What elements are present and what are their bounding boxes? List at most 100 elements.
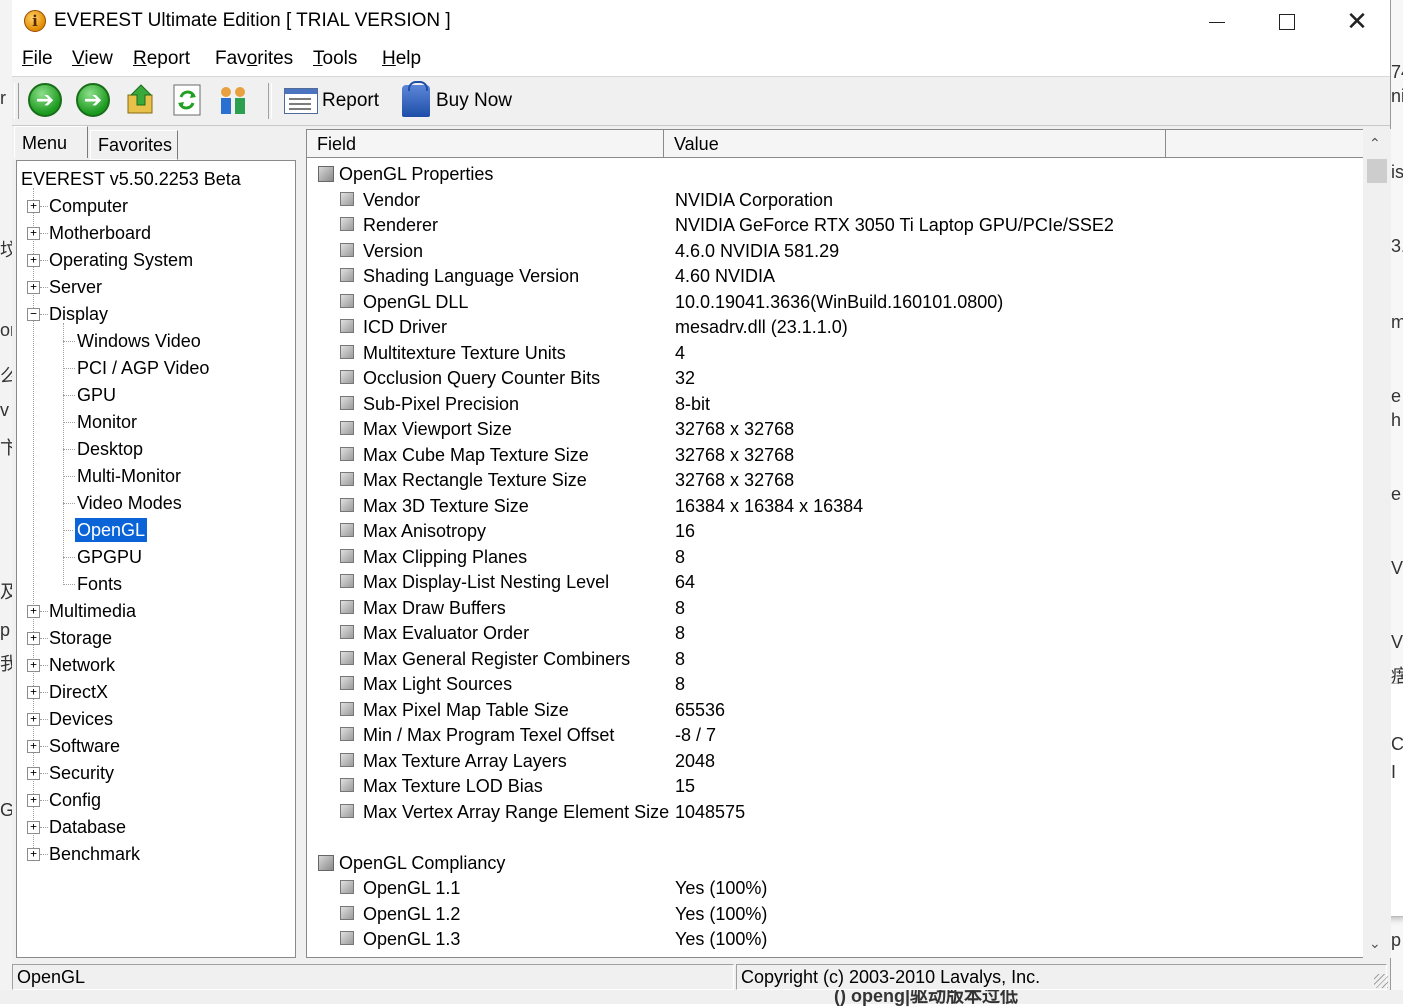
maximize-button[interactable] [1252,0,1322,44]
refresh-button[interactable] [170,83,206,119]
menu-item[interactable]: View [72,48,113,70]
table-row[interactable]: Sub-Pixel Precision 8-bit [307,392,1374,417]
expand-icon[interactable]: + [27,659,40,672]
toolbar-grip[interactable] [14,83,19,119]
column-header-field[interactable]: Field [307,130,664,158]
table-row[interactable]: Max Anisotropy 16 [307,519,1374,544]
tree-item[interactable]: Computer [49,194,128,218]
table-row[interactable]: OpenGL 1.3 Yes (100%) [307,927,1374,952]
tree-item[interactable]: Multimedia [49,599,136,623]
menu-item[interactable]: File [22,48,53,70]
tree-item[interactable]: Network [49,653,115,677]
expand-icon[interactable]: + [27,740,40,753]
table-row[interactable]: Max Vertex Array Range Element Size 10485… [307,800,1374,825]
scroll-down-icon[interactable]: ⌄ [1369,935,1381,952]
menu-item[interactable]: Help [382,48,421,70]
tree-item[interactable]: PCI / AGP Video [77,356,209,380]
users-button[interactable] [216,83,252,119]
expand-icon[interactable]: + [27,848,40,861]
forward-button[interactable]: ➔ [76,83,112,119]
expand-icon[interactable]: + [27,632,40,645]
tree-item[interactable]: GPGPU [77,545,142,569]
table-row[interactable]: Occlusion Query Counter Bits 32 [307,366,1374,391]
table-row[interactable]: Multitexture Texture Units 4 [307,341,1374,366]
tree-item[interactable]: Database [49,815,126,839]
table-row[interactable]: Max Clipping Planes 8 [307,545,1374,570]
table-row[interactable]: Max Texture LOD Bias 15 [307,774,1374,799]
tree-item[interactable]: Config [49,788,101,812]
tree-item-selected[interactable]: OpenGL [73,517,149,543]
tree-item[interactable]: Multi-Monitor [77,464,181,488]
table-row[interactable]: Max Rectangle Texture Size 32768 x 32768 [307,468,1374,493]
table-row[interactable]: Max 3D Texture Size 16384 x 16384 x 16384 [307,494,1374,519]
table-row[interactable]: OpenGL 1.1 Yes (100%) [307,876,1374,901]
tree-item[interactable]: Windows Video [77,329,201,353]
table-row[interactable]: Version 4.6.0 NVIDIA 581.29 [307,239,1374,264]
property-value: 65536 [675,699,726,720]
table-row[interactable]: Shading Language Version 4.60 NVIDIA [307,264,1374,289]
table-row[interactable]: Max Evaluator Order 8 [307,621,1374,646]
tab-favorites[interactable]: Favorites [90,130,178,160]
table-row[interactable]: Vendor NVIDIA Corporation [307,188,1374,213]
tree-item[interactable]: Benchmark [49,842,140,866]
table-row[interactable]: OpenGL DLL 10.0.19041.3636(WinBuild.16010… [307,290,1374,315]
table-row[interactable]: ICD Driver mesadrv.dll (23.1.1.0) [307,315,1374,340]
tree-item[interactable]: Desktop [77,437,143,461]
scroll-up-icon[interactable]: ⌃ [1369,135,1381,152]
expand-icon[interactable]: + [27,794,40,807]
close-button[interactable]: ✕ [1322,0,1392,44]
minimize-button[interactable] [1182,0,1252,44]
menu-item[interactable]: Report [133,48,190,70]
expand-icon[interactable]: + [27,281,40,294]
menu-item[interactable]: Favorites [215,48,293,70]
table-row[interactable]: Max General Register Combiners 8 [307,647,1374,672]
tree-item[interactable]: Motherboard [49,221,151,245]
tree-item[interactable]: Video Modes [77,491,182,515]
tree-item[interactable]: Fonts [77,572,122,596]
table-row[interactable]: Max Draw Buffers 8 [307,596,1374,621]
table-row[interactable]: Max Pixel Map Table Size 65536 [307,698,1374,723]
tree-item[interactable]: Display [49,302,108,326]
menu-accelerator: F [22,48,34,69]
tree-item[interactable]: Monitor [77,410,137,434]
table-row[interactable]: Max Light Sources 8 [307,672,1374,697]
report-button[interactable]: Report [284,85,379,117]
resize-grip-icon[interactable] [1374,974,1388,988]
expand-icon[interactable]: + [27,227,40,240]
property-field: Version [363,240,424,261]
shopping-bag-icon [402,81,430,117]
table-row[interactable]: Max Display-List Nesting Level 64 [307,570,1374,595]
column-header-value[interactable]: Value [664,130,1166,158]
menu-item[interactable]: Tools [313,48,357,70]
table-row[interactable]: OpenGL 1.2 Yes (100%) [307,902,1374,927]
expand-icon[interactable]: + [27,254,40,267]
tree-root[interactable]: EVEREST v5.50.2253 Beta [21,167,241,191]
expand-icon[interactable]: + [27,200,40,213]
tree-item[interactable]: Software [49,734,120,758]
expand-icon[interactable]: + [27,605,40,618]
tree-item[interactable]: Storage [49,626,112,650]
tree-item[interactable]: GPU [77,383,116,407]
property-value: Yes (100%) [675,929,768,949]
tree-item[interactable]: Security [49,761,114,785]
tab-menu[interactable]: Menu [14,126,88,158]
tree-item[interactable]: Server [49,275,102,299]
table-row[interactable]: Max Texture Array Layers 2048 [307,749,1374,774]
table-row[interactable]: Max Viewport Size 32768 x 32768 [307,417,1374,442]
collapse-icon[interactable]: − [27,308,40,321]
expand-icon[interactable]: + [27,713,40,726]
back-button[interactable]: ➔ [28,83,64,119]
scroll-thumb[interactable] [1367,159,1387,183]
expand-icon[interactable]: + [27,686,40,699]
tree-item[interactable]: DirectX [49,680,108,704]
vertical-scrollbar[interactable]: ⌃ ⌄ [1363,129,1391,958]
table-row[interactable]: Min / Max Program Texel Offset -8 / 7 [307,723,1374,748]
tree-item[interactable]: Devices [49,707,113,731]
table-row[interactable]: Renderer NVIDIA GeForce RTX 3050 Ti Lapto… [307,213,1374,238]
buy-now-button[interactable]: Buy Now [402,81,512,117]
tree-item[interactable]: Operating System [49,248,193,272]
expand-icon[interactable]: + [27,767,40,780]
up-button[interactable] [124,83,160,119]
expand-icon[interactable]: + [27,821,40,834]
table-row[interactable]: Max Cube Map Texture Size 32768 x 32768 [307,443,1374,468]
